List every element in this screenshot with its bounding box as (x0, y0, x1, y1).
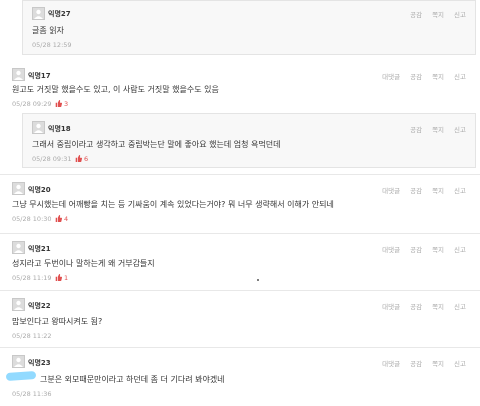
message-button[interactable]: 쪽지 (432, 244, 444, 254)
comment-text: 그분은 외모때문만이라고 하던데 좀 더 기다려 봐야겠네 (40, 375, 225, 384)
report-button[interactable]: 신고 (454, 358, 466, 368)
comment-author: 익명27 (48, 10, 71, 18)
comment-actions: 대댓글 공감 쪽지 신고 (382, 185, 466, 195)
comment-author: 익명23 (28, 359, 51, 367)
report-button[interactable]: 신고 (454, 301, 466, 311)
comment-actions: 대댓글 공감 쪽지 신고 (382, 301, 466, 311)
divider (0, 290, 480, 291)
comment-date: 05/28 11:19 (12, 274, 52, 282)
comment-author: 익명22 (28, 302, 51, 310)
comment-author: 익명17 (28, 72, 51, 80)
like-count: 6 (75, 155, 88, 163)
like-count-value: 1 (64, 274, 69, 282)
like-count: 4 (55, 215, 68, 223)
comment-text: 그냥 무시했는데 어깨빵을 치는 등 기싸움이 계속 있었다는거야? 뭐 너무 … (12, 200, 334, 209)
reply-button[interactable]: 대댓글 (382, 185, 400, 195)
comment-date: 05/28 12:59 (32, 41, 72, 49)
avatar (32, 7, 45, 20)
reply-comment: 익명27 공감 쪽지 신고 글좀 읽자 05/28 12:59 (22, 0, 476, 55)
like-button[interactable]: 공감 (410, 301, 422, 311)
comment-date: 05/28 09:29 (12, 100, 52, 108)
thumbs-up-icon (55, 100, 62, 107)
comment-date: 05/28 10:30 (12, 215, 52, 223)
message-button[interactable]: 쪽지 (432, 358, 444, 368)
message-button[interactable]: 쪽지 (432, 71, 444, 81)
report-button[interactable]: 신고 (454, 185, 466, 195)
comment-text: 글좀 읽자 (32, 26, 64, 35)
comment-author: 익명20 (28, 186, 51, 194)
reply-comment: 익명18 공감 쪽지 신고 그래서 중립이라고 생각하고 중립박는단 말에 좋아… (22, 113, 476, 168)
report-button[interactable]: 신고 (454, 9, 466, 19)
divider (0, 174, 480, 175)
comment-date: 05/28 11:22 (12, 332, 52, 340)
comment: 익명17 대댓글 공감 쪽지 신고 원고도 거짓말 했을수도 있고, 이 사람도… (0, 62, 480, 110)
message-button[interactable]: 쪽지 (432, 301, 444, 311)
message-button[interactable]: 쪽지 (432, 124, 444, 134)
avatar (12, 182, 25, 195)
divider (0, 347, 480, 348)
like-button[interactable]: 공감 (410, 244, 422, 254)
thumbs-up-icon (55, 215, 62, 222)
comment: 익명21 대댓글 공감 쪽지 신고 성지라고 두번이나 말하는게 왜 거부감들지… (0, 235, 480, 287)
comment-author: 익명18 (48, 125, 71, 133)
reply-button[interactable]: 대댓글 (382, 244, 400, 254)
report-button[interactable]: 신고 (454, 124, 466, 134)
reply-button[interactable]: 대댓글 (382, 71, 400, 81)
like-count: 1 (55, 274, 68, 282)
comment-actions: 공감 쪽지 신고 (410, 124, 466, 134)
like-count-value: 6 (84, 155, 89, 163)
like-button[interactable]: 공감 (410, 9, 422, 19)
like-button[interactable]: 공감 (410, 124, 422, 134)
avatar (12, 68, 25, 81)
comment-actions: 대댓글 공감 쪽지 신고 (382, 358, 466, 368)
report-button[interactable]: 신고 (454, 71, 466, 81)
comment-actions: 공감 쪽지 신고 (410, 9, 466, 19)
thumbs-up-icon (55, 274, 62, 281)
comment: 익명23 대댓글 공감 쪽지 신고 그분은 외모때문만이라고 하던데 좀 더 기… (0, 349, 480, 406)
reply-button[interactable]: 대댓글 (382, 358, 400, 368)
avatar (32, 121, 45, 134)
comment-date: 05/28 09:31 (32, 155, 72, 163)
avatar (12, 298, 25, 311)
comment-text: 성지라고 두번이나 말하는게 왜 거부감들지 (12, 259, 155, 268)
comment-author: 익명21 (28, 245, 51, 253)
like-button[interactable]: 공감 (410, 358, 422, 368)
comment: 익명22 대댓글 공감 쪽지 신고 맙보인다고 왕따시켜도 됨? 05/28 1… (0, 292, 480, 346)
comment-text: 그래서 중립이라고 생각하고 중립박는단 말에 좋아요 했는데 엄청 욕먹던데 (32, 140, 281, 149)
divider (0, 233, 480, 234)
comment-date: 05/28 11:36 (12, 390, 52, 398)
message-button[interactable]: 쪽지 (432, 9, 444, 19)
comment: 익명20 대댓글 공감 쪽지 신고 그냥 무시했는데 어깨빵을 치는 등 기싸움… (0, 176, 480, 232)
like-button[interactable]: 공감 (410, 71, 422, 81)
report-button[interactable]: 신고 (454, 244, 466, 254)
message-button[interactable]: 쪽지 (432, 185, 444, 195)
comment-text: 원고도 거짓말 했을수도 있고, 이 사람도 거짓말 했을수도 있음 (12, 85, 219, 94)
thumbs-up-icon (75, 155, 82, 162)
like-button[interactable]: 공감 (410, 185, 422, 195)
comment-actions: 대댓글 공감 쪽지 신고 (382, 244, 466, 254)
like-count-value: 4 (64, 215, 69, 223)
comment-text: 맙보인다고 왕따시켜도 됨? (12, 317, 103, 326)
comment-actions: 대댓글 공감 쪽지 신고 (382, 71, 466, 81)
avatar (12, 355, 25, 368)
reply-button[interactable]: 대댓글 (382, 301, 400, 311)
stray-dot (257, 279, 259, 281)
like-count-value: 3 (64, 100, 69, 108)
avatar (12, 241, 25, 254)
like-count: 3 (55, 100, 68, 108)
